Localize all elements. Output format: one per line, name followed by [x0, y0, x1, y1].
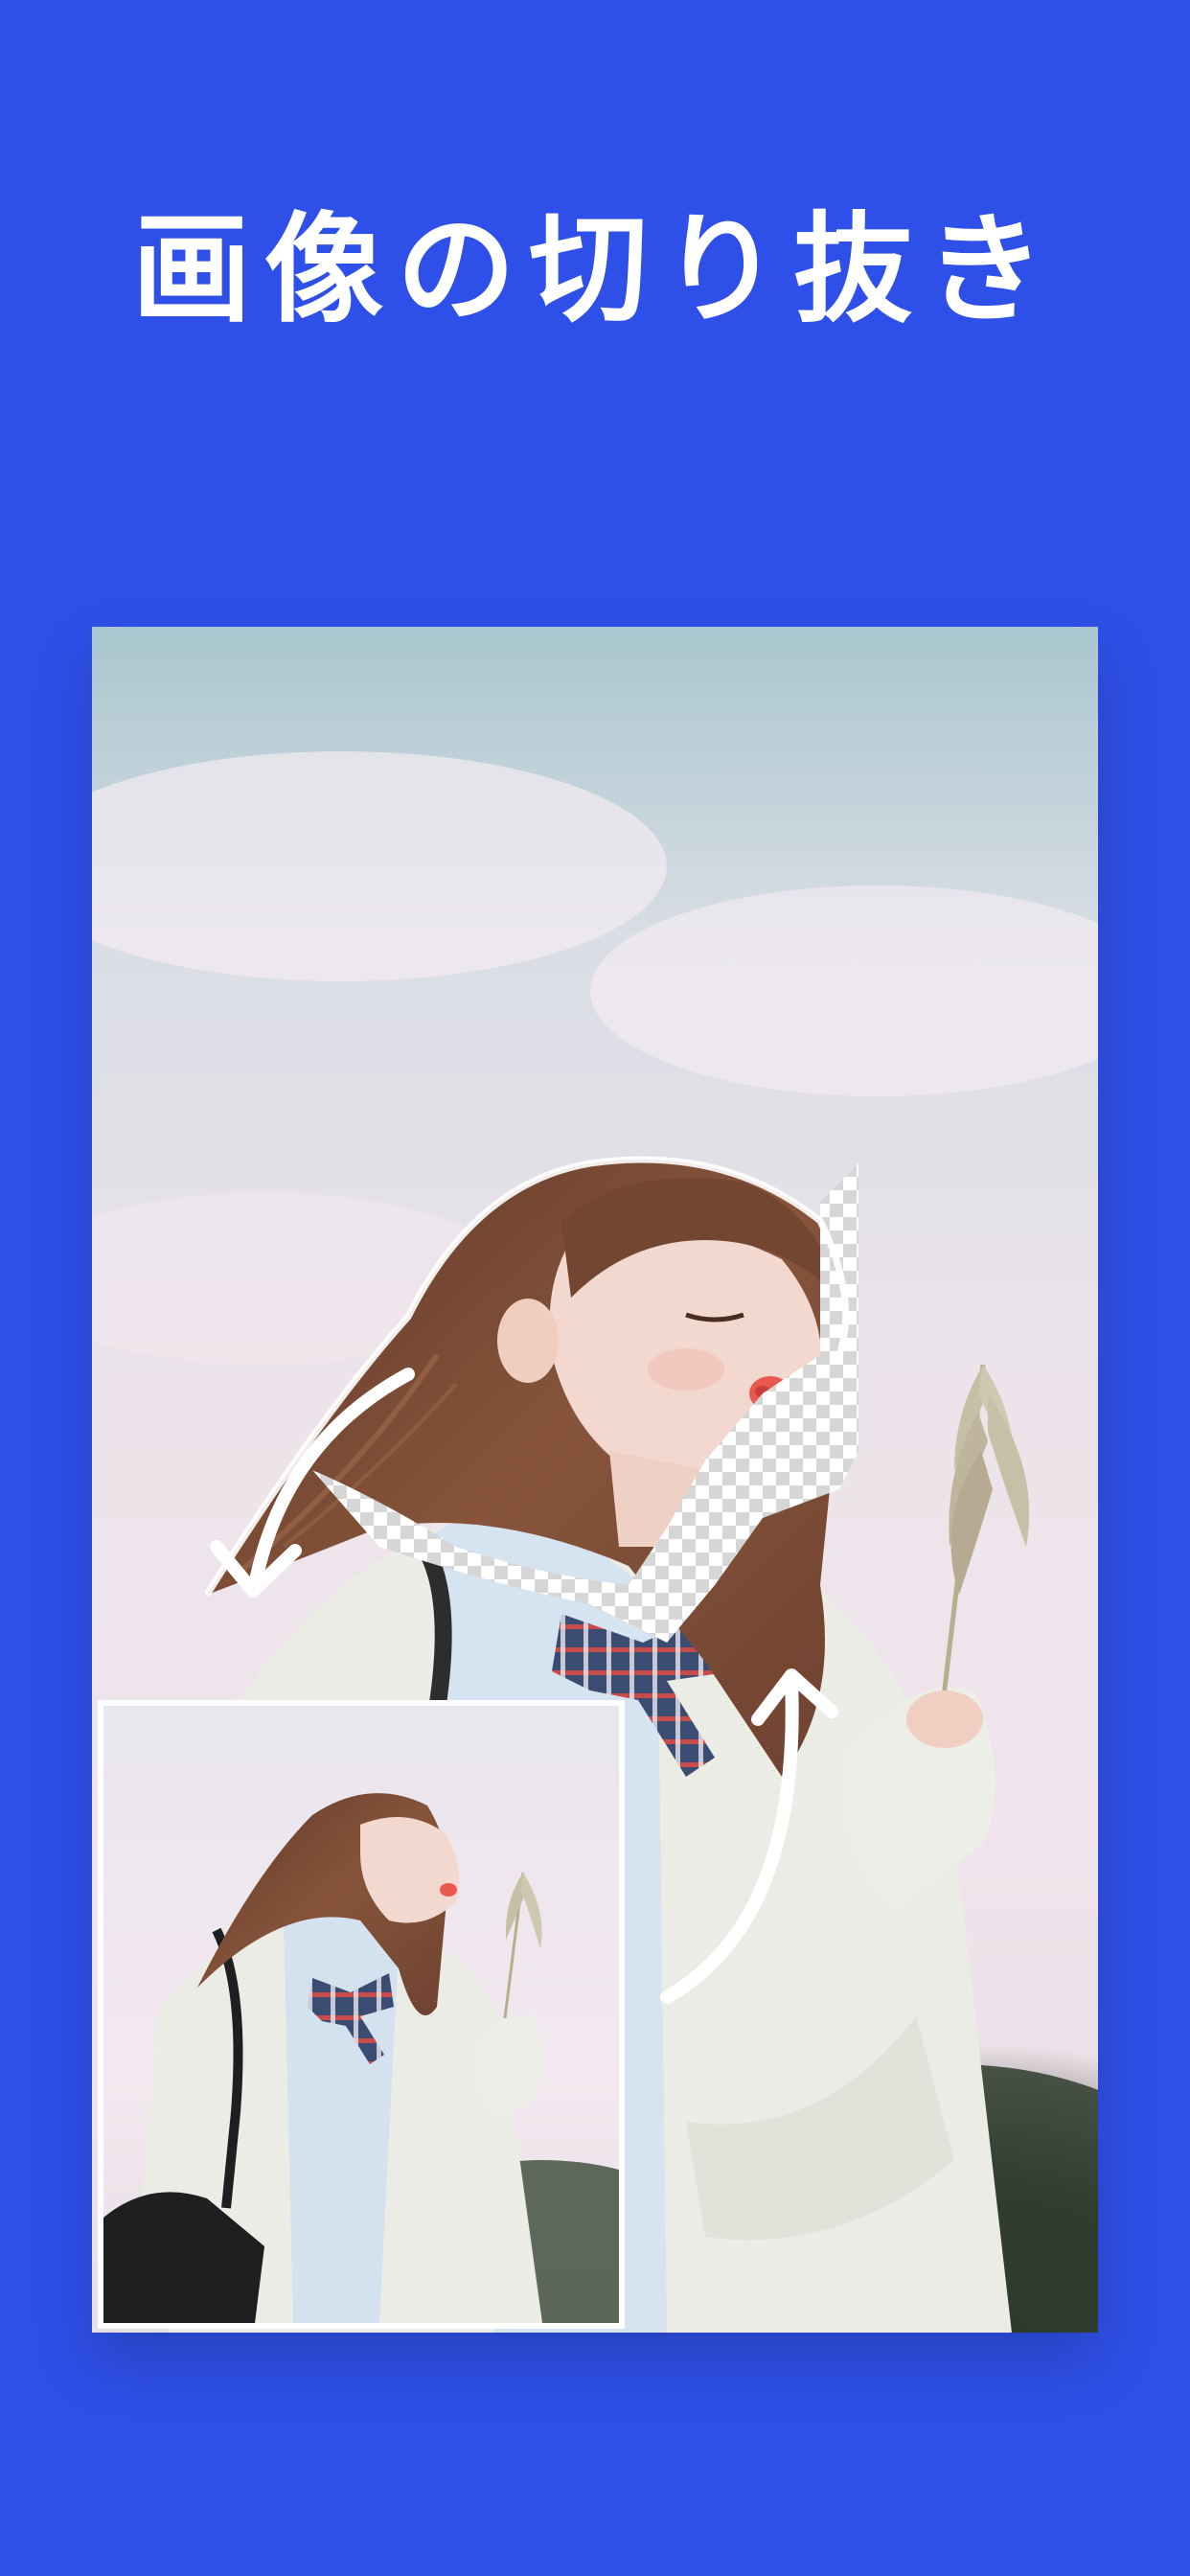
- page-title: 画像の切り抜き: [131, 201, 1058, 339]
- cutout-preview-photo: [92, 627, 1098, 2333]
